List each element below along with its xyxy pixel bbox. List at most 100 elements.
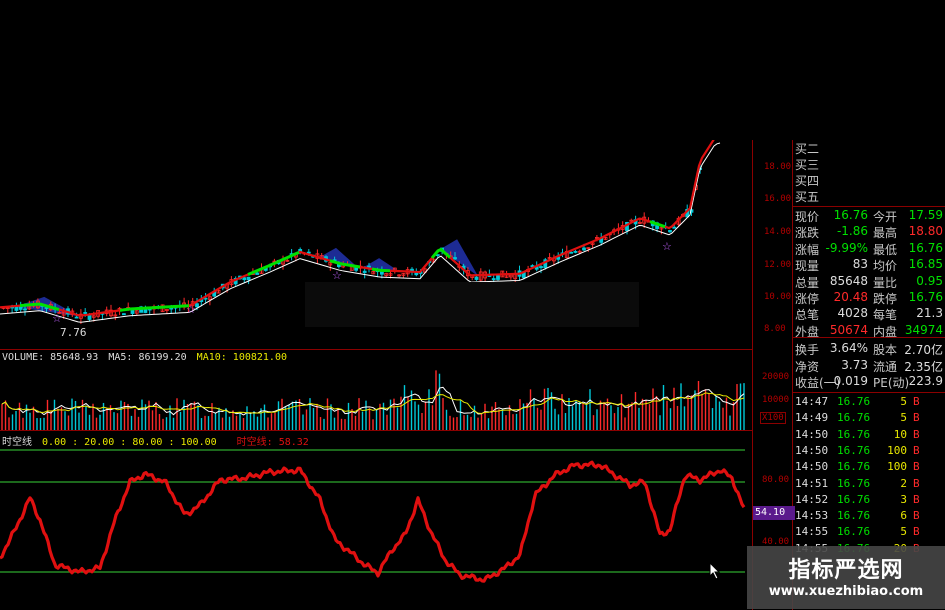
- candle-body: [23, 308, 27, 311]
- quote-row: 涨停 20.48 跌停 16.76: [793, 290, 945, 306]
- tick-side: B: [913, 411, 920, 425]
- quote-value: 18.80: [908, 224, 943, 239]
- tick-time: 14:55: [795, 525, 829, 539]
- quote-label: 换手: [795, 343, 820, 358]
- quote-label: 涨停: [795, 292, 820, 306]
- quote-divider: [793, 337, 945, 338]
- quote-row: 现价 16.76 今开 17.59: [793, 208, 945, 224]
- quote-value: 83: [852, 257, 868, 272]
- candle-body: [435, 254, 440, 256]
- quote-row: 涨跌 -1.86 最高 18.80: [793, 224, 945, 240]
- ma-segment-green: [371, 267, 391, 273]
- price-axis-label: 14.00: [764, 227, 792, 237]
- watermark-url: www.xuezhibiao.com: [768, 584, 924, 599]
- candle-body: [255, 272, 260, 275]
- volume-chart[interactable]: [0, 362, 752, 430]
- quote-label: 量比: [873, 275, 898, 290]
- trade-tick-row: 14:50 16.76 100 B: [793, 460, 945, 476]
- quote-label: 总量: [795, 275, 820, 290]
- tick-price: 16.76: [837, 427, 871, 441]
- trade-tick-row: 14:47 16.76 5 B: [793, 395, 945, 411]
- low-price-marker: 7.76: [60, 326, 87, 339]
- trade-tick-row: 14:53 16.76 6 B: [793, 509, 945, 525]
- quote-label: 均价: [873, 259, 898, 274]
- quote-value: 4028: [837, 306, 868, 321]
- quote-value: 0.019: [833, 374, 868, 388]
- quote-value: 223.9: [908, 374, 943, 388]
- candle-body: [573, 251, 578, 253]
- quote-label: 最高: [873, 226, 898, 241]
- bid-level-label: 买三: [795, 158, 820, 172]
- quote-value: -1.86: [836, 224, 868, 239]
- candle-body: [582, 247, 586, 251]
- tick-time: 14:50: [795, 443, 829, 457]
- quote-value: 3.73: [841, 357, 868, 372]
- candle-body: [242, 277, 247, 281]
- quote-label: 涨跌: [795, 226, 820, 241]
- price-axis-label: 10.00: [764, 292, 792, 302]
- candle-body: [87, 314, 92, 320]
- candle-body: [668, 230, 672, 233]
- tick-side: B: [913, 476, 920, 490]
- quote-value: 16.76: [908, 240, 943, 255]
- candle-body: [306, 251, 311, 254]
- trade-tick-row: 14:50 16.76 100 B: [793, 444, 945, 460]
- tick-side: B: [913, 460, 920, 474]
- candle-body: [474, 276, 479, 280]
- panel-separator: [0, 430, 752, 431]
- volume-axis-label: 20000: [762, 372, 790, 382]
- volume-axis-label: 10000: [762, 395, 790, 405]
- quote-label: 现量: [795, 259, 820, 274]
- watermark-title: 指标严选网: [788, 558, 904, 583]
- price-axis-label: 16.00: [764, 194, 792, 204]
- redaction-block-middle: [305, 282, 639, 327]
- tick-side: B: [913, 443, 920, 457]
- quote-value: 0.95: [916, 273, 943, 288]
- oscillator-current-tag: 54.10: [753, 506, 795, 520]
- price-axis: 18.00 16.00 14.00 12.00 10.00 8.00: [752, 0, 794, 350]
- signal-star-icon: ☆: [662, 240, 672, 253]
- signal-star-icon: ☆: [186, 303, 196, 316]
- tick-time: 14:49: [795, 411, 829, 425]
- candle-body: [74, 316, 79, 319]
- tick-time: 14:52: [795, 492, 829, 506]
- candle-body: [491, 278, 496, 280]
- price-axis-label: 12.00: [764, 260, 792, 270]
- quote-label: 流通: [873, 359, 898, 374]
- candle-body: [246, 276, 251, 281]
- quote-label: 跌停: [873, 292, 898, 306]
- tick-volume: 3: [900, 492, 907, 506]
- quote-panel: 买二 买三 买四 买五 现价 16.76 今开 17.59 涨跌 -1.86 最高 18.80…: [793, 140, 945, 609]
- quote-value: 16.76: [833, 208, 868, 222]
- quote-label: PE(动): [873, 376, 910, 390]
- quote-value: 16.76: [908, 290, 943, 304]
- price-axis-label: 18.00: [764, 162, 792, 172]
- tick-time: 14:53: [795, 509, 829, 523]
- quote-value: 16.85: [908, 257, 943, 272]
- mouse-cursor-icon: [709, 562, 721, 580]
- quote-row: 总量 85648 量比 0.95: [793, 274, 945, 290]
- tick-price: 16.76: [837, 525, 871, 539]
- quote-value: 85648: [829, 273, 868, 288]
- quote-value: 2.70亿: [904, 343, 943, 358]
- quote-value: 34974: [904, 322, 943, 337]
- quote-label: 现价: [795, 210, 820, 224]
- price-axis-label: 8.00: [764, 324, 786, 334]
- oscillator-line: [0, 460, 746, 583]
- tick-side: B: [913, 492, 920, 506]
- tick-volume: 100: [887, 443, 907, 457]
- tick-volume: 5: [900, 395, 907, 408]
- tick-price: 16.76: [837, 411, 871, 425]
- tick-price: 16.76: [837, 492, 871, 506]
- bid-level-label: 买二: [795, 142, 820, 156]
- oscillator-chart[interactable]: [0, 440, 752, 609]
- tick-volume: 6: [900, 509, 907, 523]
- quote-label: 今开: [873, 210, 898, 224]
- watermark-banner: 指标严选网 www.xuezhibiao.com: [747, 546, 945, 609]
- tick-side: B: [913, 525, 920, 539]
- quote-value: 20.48: [833, 290, 868, 304]
- tick-volume: 5: [900, 411, 907, 425]
- candle-body: [83, 312, 88, 314]
- tick-volume: 10: [893, 427, 907, 441]
- ma-segment-green: [247, 250, 300, 276]
